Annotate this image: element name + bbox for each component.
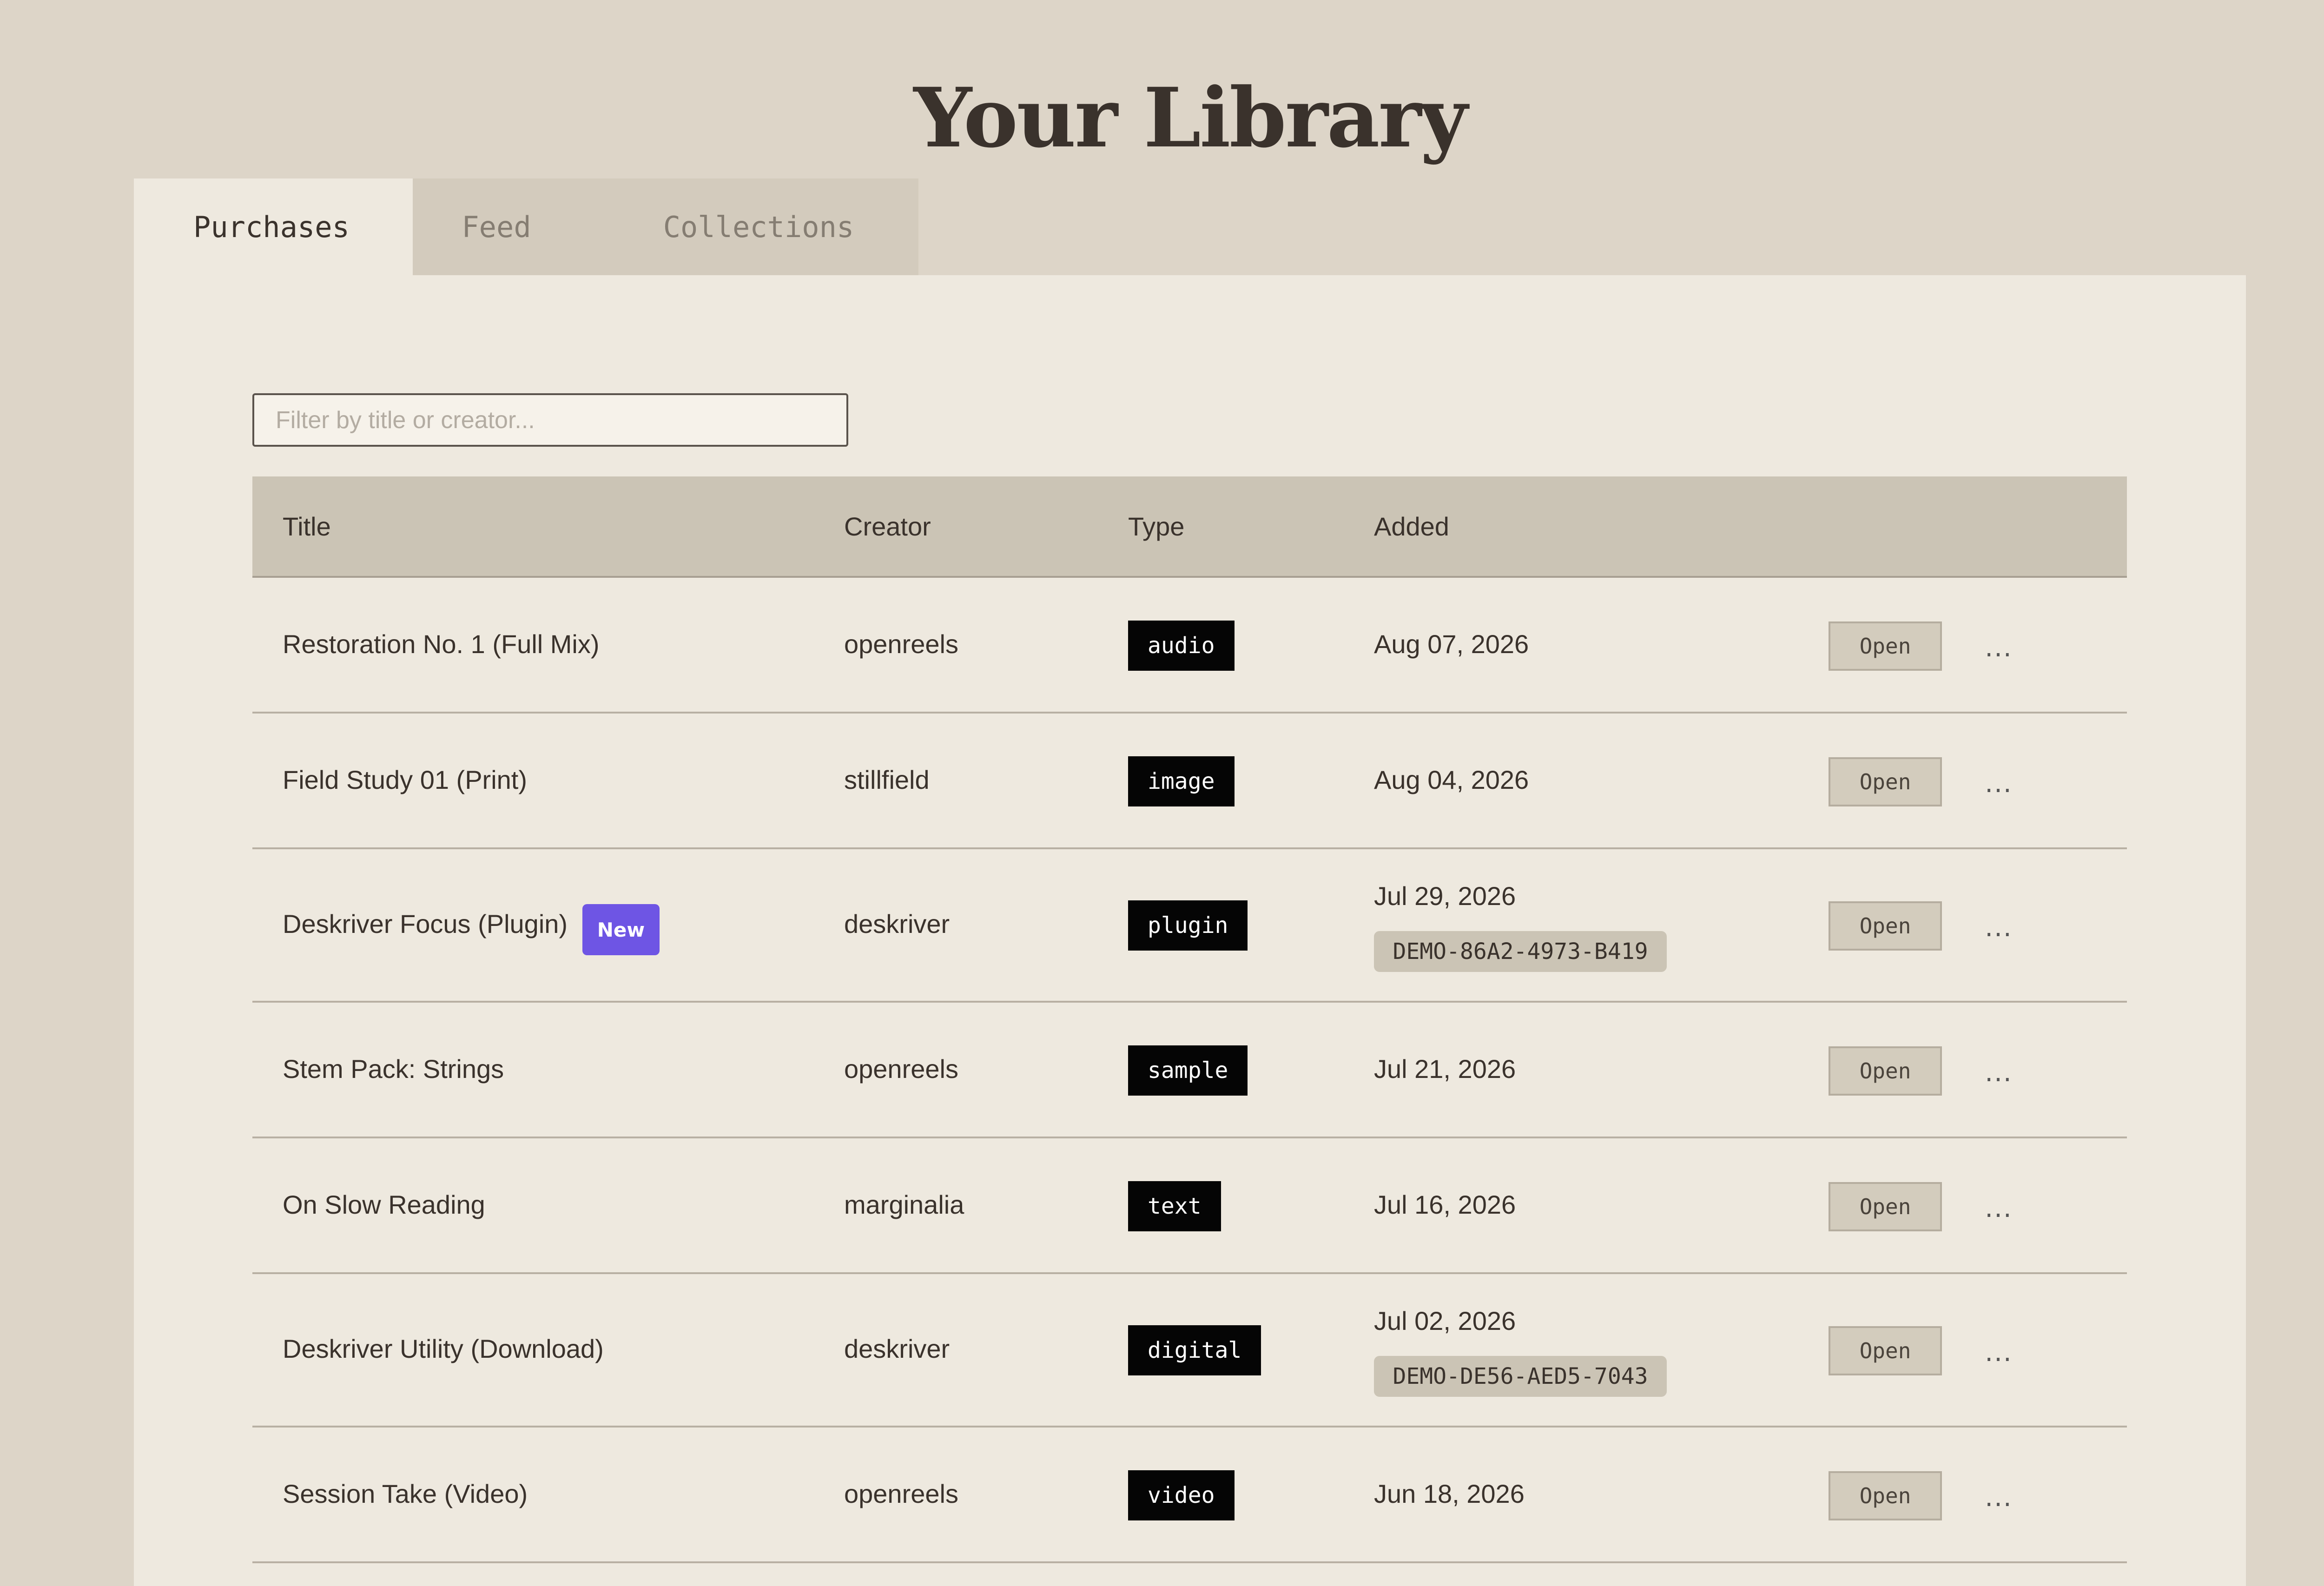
page-title: Your Library <box>913 70 1467 166</box>
table-row: Restoration No. 1 (Full Mix) openreels a… <box>252 578 2127 714</box>
row-added-date: Jun 18, 2026 <box>1374 1479 1525 1508</box>
more-options-button[interactable]: ... <box>1978 1482 2020 1513</box>
more-options-button[interactable]: ... <box>1978 768 2020 799</box>
row-title: On Slow Reading <box>283 1190 485 1219</box>
tab-feed[interactable]: Feed <box>413 178 608 275</box>
tab-collections[interactable]: Collections <box>608 178 918 275</box>
column-header-added[interactable]: Added <box>1374 511 1449 542</box>
row-added-date: Aug 04, 2026 <box>1374 765 1529 794</box>
row-creator: stillfield <box>844 765 930 794</box>
more-options-button[interactable]: ... <box>1978 1337 2020 1368</box>
table-row: On Slow Reading marginalia text Jul 16, … <box>252 1138 2127 1274</box>
row-title: Stem Pack: Strings <box>283 1054 504 1084</box>
purchases-table: Title Creator Type Added Restoration No.… <box>252 476 2127 1563</box>
column-header-title[interactable]: Title <box>283 511 331 542</box>
type-badge: video <box>1128 1470 1235 1520</box>
row-creator: marginalia <box>844 1190 964 1219</box>
filter-input[interactable] <box>252 393 848 447</box>
open-button[interactable]: Open <box>1829 1471 1942 1520</box>
table-row: Deskriver Utility (Download) deskriver d… <box>252 1274 2127 1427</box>
row-added-date: Aug 07, 2026 <box>1374 629 1529 659</box>
table-row: Deskriver Focus (Plugin) New deskriver p… <box>252 849 2127 1003</box>
row-creator: openreels <box>844 1479 958 1508</box>
type-badge: audio <box>1128 621 1235 671</box>
column-header-creator[interactable]: Creator <box>844 511 931 542</box>
row-added-date: Jul 02, 2026 <box>1374 1306 1516 1335</box>
type-badge: image <box>1128 756 1235 806</box>
new-badge: New <box>582 904 660 955</box>
row-title: Restoration No. 1 (Full Mix) <box>283 629 600 659</box>
row-creator: openreels <box>844 1054 958 1084</box>
row-creator: deskriver <box>844 909 950 938</box>
table-row: Session Take (Video) openreels video Jun… <box>252 1427 2127 1563</box>
table-row: Field Study 01 (Print) stillfield image … <box>252 714 2127 849</box>
more-options-button[interactable]: ... <box>1978 912 2020 943</box>
type-badge: sample <box>1128 1045 1248 1096</box>
type-badge: plugin <box>1128 900 1248 951</box>
row-title: Session Take (Video) <box>283 1479 528 1508</box>
open-button[interactable]: Open <box>1829 1182 1942 1231</box>
more-options-button[interactable]: ... <box>1978 1193 2020 1223</box>
row-creator: openreels <box>844 629 958 659</box>
table-header-row: Title Creator Type Added <box>252 476 2127 578</box>
license-key: DEMO-86A2-4973-B419 <box>1374 931 1667 972</box>
tab-bar: Purchases Feed Collections <box>134 178 918 275</box>
tab-purchases[interactable]: Purchases <box>134 178 413 275</box>
type-badge: text <box>1128 1181 1221 1231</box>
row-added-date: Jul 29, 2026 <box>1374 881 1516 911</box>
open-button[interactable]: Open <box>1829 901 1942 951</box>
type-badge: digital <box>1128 1325 1261 1375</box>
row-added-date: Jul 21, 2026 <box>1374 1054 1516 1084</box>
row-title: Field Study 01 (Print) <box>283 765 527 794</box>
row-creator: deskriver <box>844 1334 950 1363</box>
open-button[interactable]: Open <box>1829 1046 1942 1096</box>
more-options-button[interactable]: ... <box>1978 1057 2020 1088</box>
table-row: Stem Pack: Strings openreels sample Jul … <box>252 1003 2127 1138</box>
row-added-date: Jul 16, 2026 <box>1374 1190 1516 1219</box>
open-button[interactable]: Open <box>1829 1326 1942 1375</box>
row-title: Deskriver Focus (Plugin) <box>283 909 568 938</box>
license-key: DEMO-DE56-AED5-7043 <box>1374 1356 1667 1397</box>
open-button[interactable]: Open <box>1829 757 1942 806</box>
column-header-type[interactable]: Type <box>1128 511 1184 542</box>
open-button[interactable]: Open <box>1829 621 1942 671</box>
more-options-button[interactable]: ... <box>1978 633 2020 663</box>
row-title: Deskriver Utility (Download) <box>283 1334 604 1363</box>
